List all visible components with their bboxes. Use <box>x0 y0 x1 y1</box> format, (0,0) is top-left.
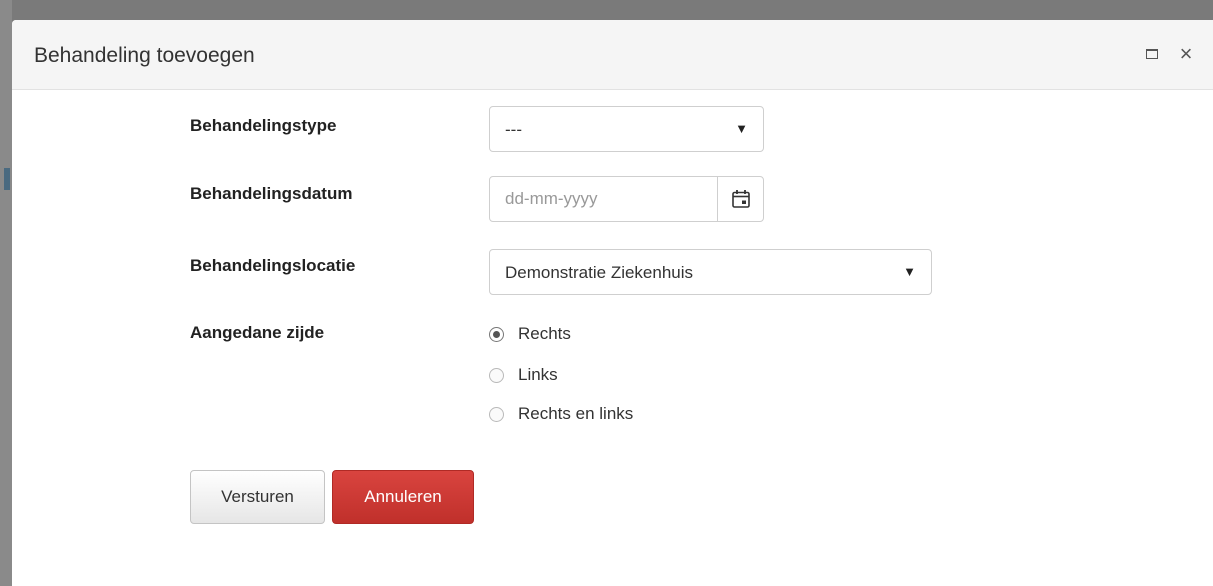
treatment-date-label: Behandelingsdatum <box>190 184 353 203</box>
maximize-button[interactable] <box>1140 42 1164 66</box>
radio-label-left: Links <box>518 365 558 384</box>
treatment-type-select[interactable]: --- ▼ <box>489 106 764 152</box>
background-page-fragment <box>4 168 10 190</box>
cancel-button[interactable]: Annuleren <box>332 470 474 524</box>
dialog-titlebar: Behandeling toevoegen × <box>12 20 1213 90</box>
calendar-button[interactable] <box>717 177 763 221</box>
maximize-icon <box>1146 49 1158 59</box>
radio-button[interactable] <box>489 326 504 342</box>
background-page-edge <box>0 0 12 586</box>
radio-label-right: Rechts <box>518 324 571 343</box>
radio-option-right[interactable]: Rechts <box>489 322 571 346</box>
affected-side-label: Aangedane zijde <box>190 323 325 342</box>
radio-button[interactable] <box>489 367 504 383</box>
submit-button[interactable]: Versturen <box>190 470 325 524</box>
treatment-location-select[interactable]: Demonstratie Ziekenhuis ▼ <box>489 249 932 295</box>
radio-button[interactable] <box>489 406 504 422</box>
add-treatment-dialog: Behandeling toevoegen × Behandelingstype… <box>12 20 1213 586</box>
treatment-type-value: --- <box>505 120 522 139</box>
treatment-location-label: Behandelingslocatie <box>190 256 356 275</box>
treatment-type-label: Behandelingstype <box>190 116 337 135</box>
dialog-title: Behandeling toevoegen <box>34 44 255 67</box>
treatment-location-value: Demonstratie Ziekenhuis <box>505 263 694 282</box>
close-icon: × <box>1179 41 1193 66</box>
treatment-date-input[interactable] <box>490 177 717 221</box>
calendar-icon <box>731 190 750 208</box>
close-button[interactable]: × <box>1174 42 1198 66</box>
treatment-date-field <box>489 176 764 222</box>
caret-down-icon: ▼ <box>903 264 916 279</box>
radio-label-both: Rechts en links <box>518 404 634 423</box>
radio-option-left[interactable]: Links <box>489 363 558 387</box>
radio-option-both[interactable]: Rechts en links <box>489 402 633 426</box>
caret-down-icon: ▼ <box>735 121 748 136</box>
